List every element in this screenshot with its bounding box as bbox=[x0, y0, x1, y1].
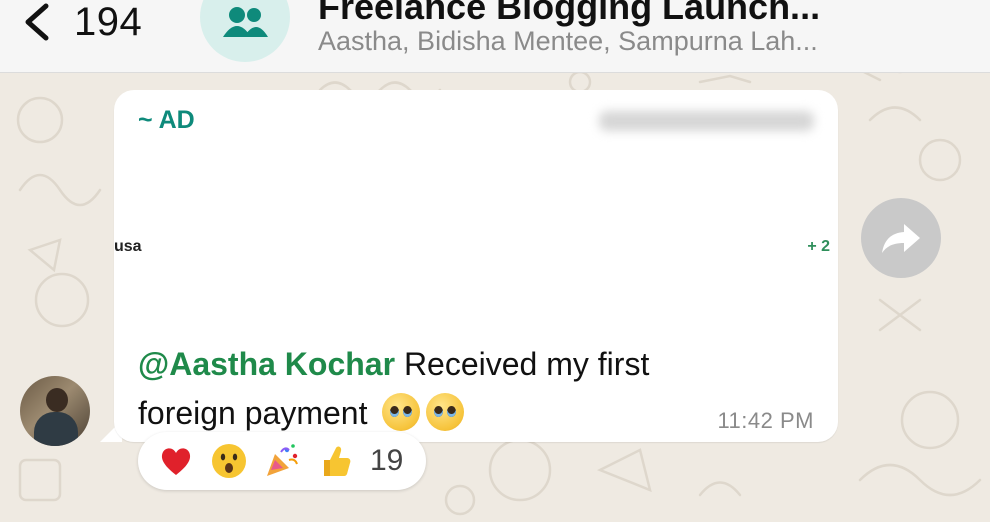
forward-button[interactable] bbox=[861, 198, 941, 278]
sender-phone-redacted bbox=[599, 111, 814, 131]
chat-header: 194 Freelance Blogging Launch... Aastha,… bbox=[0, 0, 990, 73]
message-text: @Aastha Kochar Received my first foreign… bbox=[138, 340, 718, 438]
pleading-face-emoji bbox=[382, 393, 421, 431]
sender-avatar[interactable] bbox=[20, 376, 90, 446]
party-reaction[interactable] bbox=[262, 441, 302, 481]
forward-arrow-icon bbox=[882, 224, 920, 253]
sender-name[interactable]: ~ AD bbox=[138, 106, 195, 135]
reaction-count: 19 bbox=[370, 444, 404, 477]
thumbs-up-reaction[interactable] bbox=[315, 441, 355, 481]
surprised-face-icon bbox=[212, 444, 246, 478]
clipped-text-left: usa bbox=[114, 238, 142, 255]
surprised-reaction[interactable] bbox=[209, 441, 249, 481]
group-title[interactable]: Freelance Blogging Launch... bbox=[318, 0, 820, 28]
chevron-left-icon bbox=[25, 3, 49, 41]
party-popper-icon bbox=[267, 444, 298, 476]
thumbs-up-icon bbox=[324, 446, 351, 476]
clipped-text-right: + 2 bbox=[807, 238, 830, 255]
group-members-list[interactable]: Aastha, Bidisha Mentee, Sampurna Lah... bbox=[318, 26, 818, 57]
avatar-head bbox=[46, 388, 68, 412]
message-timestamp: 11:42 PM bbox=[717, 408, 814, 433]
heart-icon bbox=[161, 448, 191, 475]
avatar-body bbox=[34, 412, 78, 446]
unread-count: 194 bbox=[74, 0, 143, 44]
group-people-icon bbox=[223, 7, 268, 37]
message-bubble[interactable]: ~ AD usa + 2 @Aastha Kochar Received my … bbox=[114, 90, 838, 442]
heart-reaction[interactable] bbox=[156, 441, 196, 481]
back-button[interactable]: 194 bbox=[20, 0, 142, 44]
pleading-face-emoji bbox=[426, 393, 465, 431]
reactions-bar[interactable]: 19 bbox=[138, 432, 426, 490]
mention-link[interactable]: @Aastha Kochar bbox=[138, 346, 395, 382]
group-avatar[interactable] bbox=[200, 0, 290, 62]
